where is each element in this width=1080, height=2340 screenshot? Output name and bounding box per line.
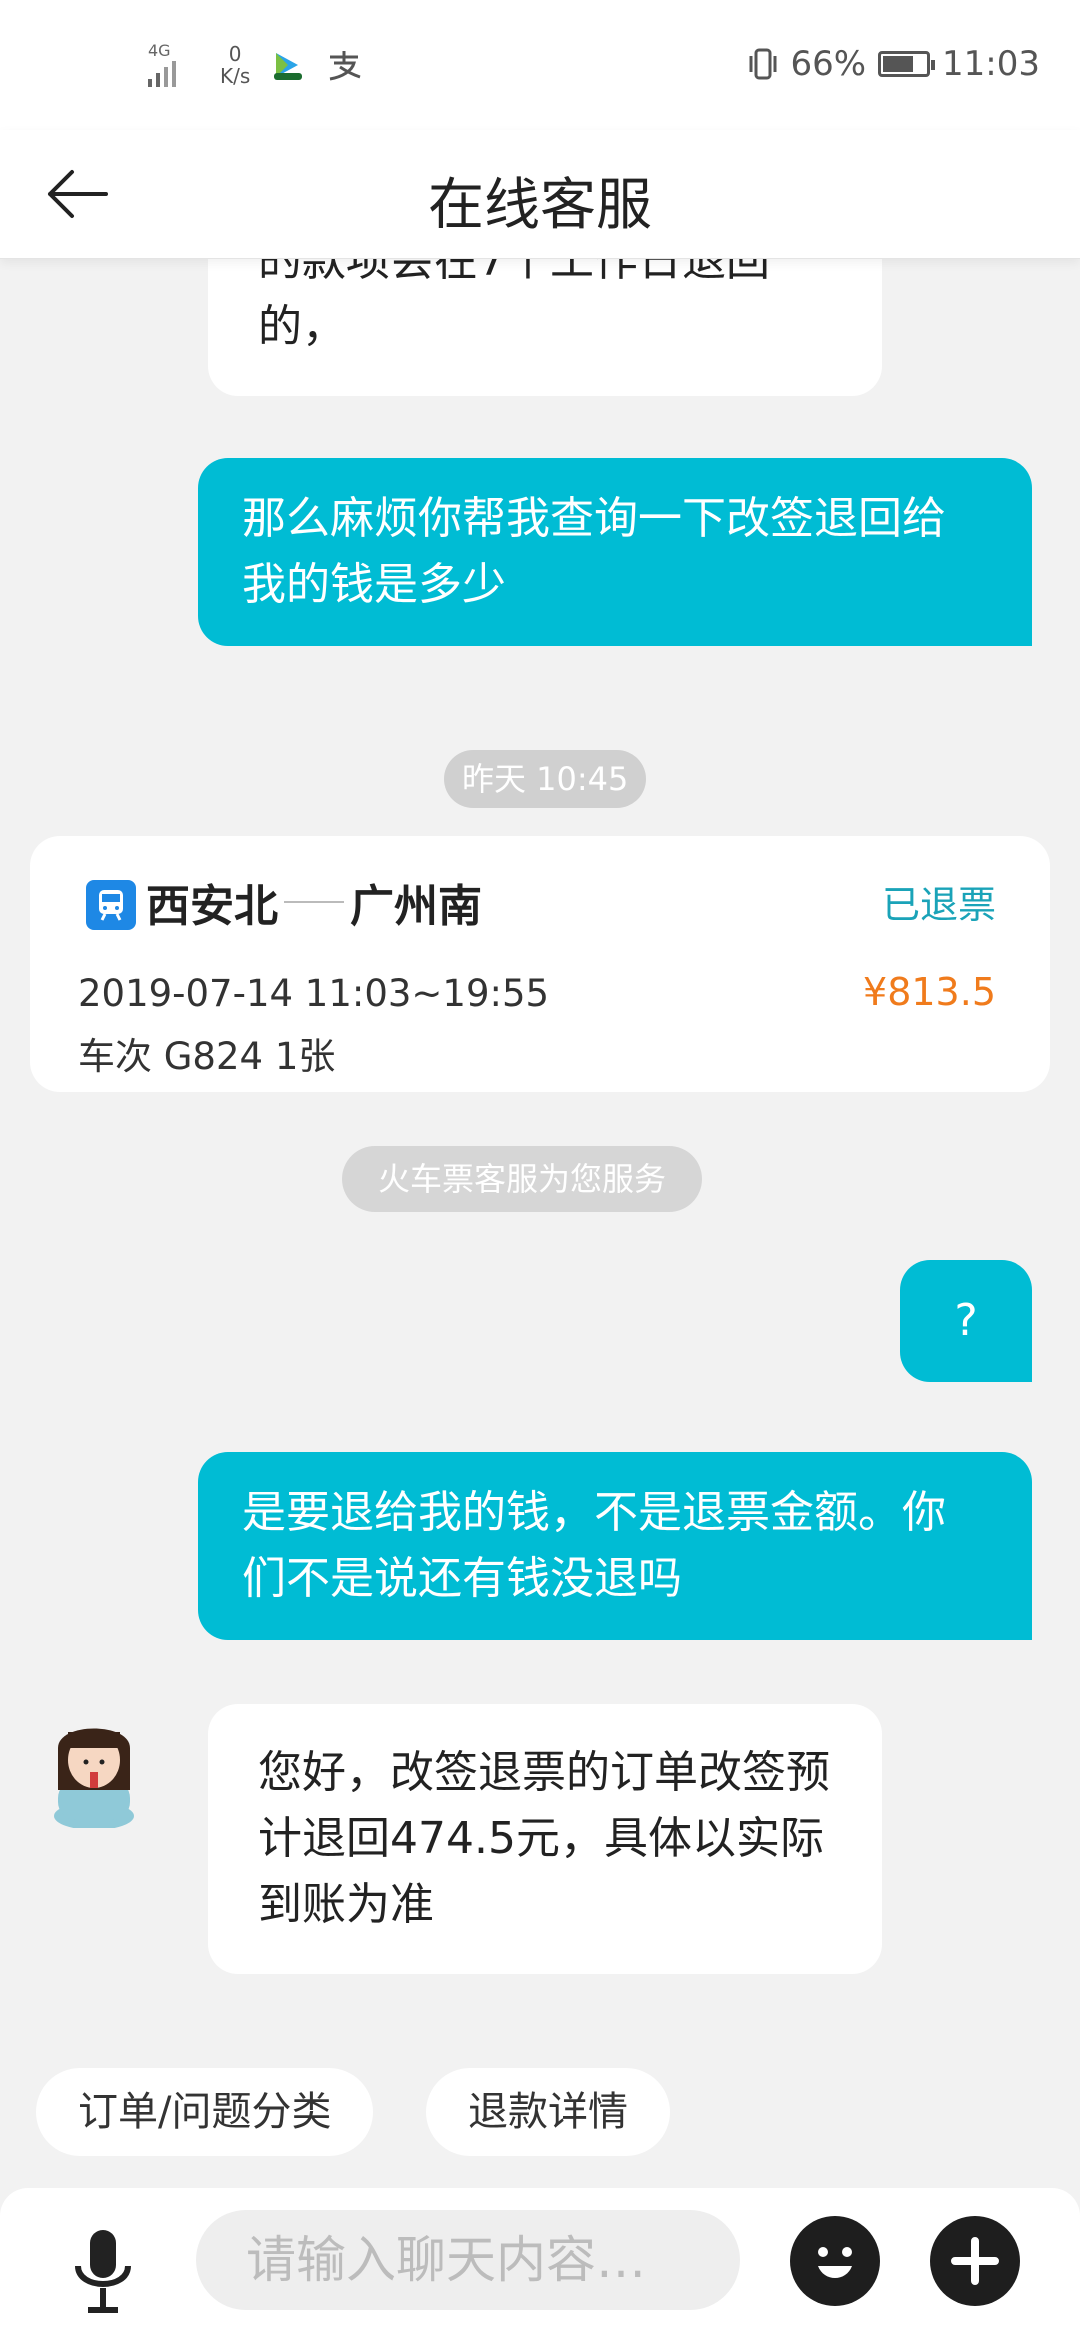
message-text: 那么麻烦你帮我查询一下改签退回给我的钱是多少	[242, 493, 946, 610]
user-message: 是要退给我的钱，不是退票金额。你们不是说还有钱没退吗	[198, 1452, 1032, 1640]
destination-station: 广州南	[350, 881, 482, 932]
status-right: 66% 11:03	[748, 44, 1040, 84]
microphone-icon[interactable]	[68, 2226, 138, 2316]
agent-message-previous: 的款项会在7个工作日退回的，	[208, 258, 882, 396]
clock: 11:03	[942, 44, 1040, 84]
page-title: 在线客服	[428, 173, 652, 238]
order-card[interactable]: 西安北 广州南 已退票 2019-07-14 11:03~19:55 ¥813.…	[30, 836, 1050, 1092]
quick-action-refund-details[interactable]: 退款详情	[426, 2068, 670, 2156]
alipay-icon	[330, 51, 361, 81]
user-message: 那么麻烦你帮我查询一下改签退回给我的钱是多少	[198, 458, 1032, 646]
message-text: 是要退给我的钱，不是退票金额。你们不是说还有钱没退吗	[242, 1487, 946, 1604]
message-text: 您好，改签退票的订单改签预计退回474.5元，具体以实际到账为准	[258, 1747, 830, 1930]
speed-unit: K/s	[220, 64, 251, 88]
add-button[interactable]	[930, 2216, 1020, 2306]
origin-station: 西安北	[146, 881, 278, 932]
battery-fill	[883, 56, 914, 72]
route-divider	[284, 901, 344, 903]
agent-message: 您好，改签退票的订单改签预计退回474.5元，具体以实际到账为准	[208, 1704, 882, 1974]
signal-indicator: 4G	[148, 43, 200, 87]
vibrate-icon	[749, 48, 777, 80]
agent-avatar	[54, 1728, 134, 1828]
battery-percent: 66%	[790, 44, 867, 84]
service-notice: 火车票客服为您服务	[342, 1146, 703, 1212]
network-speed: 0 K/s	[220, 43, 250, 87]
user-message: ?	[900, 1260, 1032, 1382]
chat-input[interactable]	[196, 2210, 740, 2310]
order-price: ¥813.5	[863, 970, 996, 1014]
input-bar	[0, 2188, 1080, 2340]
message-text: ?	[954, 1295, 978, 1346]
message-text: 的款项会在7个工作日退回的，	[258, 258, 770, 352]
train-icon	[86, 880, 136, 930]
emoji-button[interactable]	[790, 2216, 880, 2306]
plus-icon	[951, 2237, 999, 2285]
quick-action-order-category[interactable]: 订单/问题分类	[36, 2068, 374, 2156]
status-bar: 4G 0 K/s 66% 11:03	[0, 0, 1080, 130]
speed-value: 0	[228, 42, 242, 66]
app-notification-icon	[274, 53, 303, 80]
order-datetime: 2019-07-14 11:03~19:55	[78, 972, 550, 1015]
train-info: 车次 G824 1张	[78, 1035, 336, 1078]
emoji-icon	[818, 2247, 852, 2278]
header-bar: 在线客服	[0, 130, 1080, 259]
battery-icon	[878, 51, 936, 77]
status-badge: 已退票	[881, 883, 996, 927]
route: 西安北 广州南	[146, 870, 482, 934]
timestamp: 昨天 10:45	[444, 750, 647, 808]
quick-actions: 订单/问题分类 退款详情	[0, 2060, 1080, 2170]
network-type: 4G	[148, 41, 171, 60]
signal-bars-icon	[148, 61, 176, 87]
chat-area[interactable]: 的款项会在7个工作日退回的， 那么麻烦你帮我查询一下改签退回给我的钱是多少 昨天…	[0, 258, 1080, 2048]
status-left: 4G 0 K/s	[148, 40, 362, 90]
